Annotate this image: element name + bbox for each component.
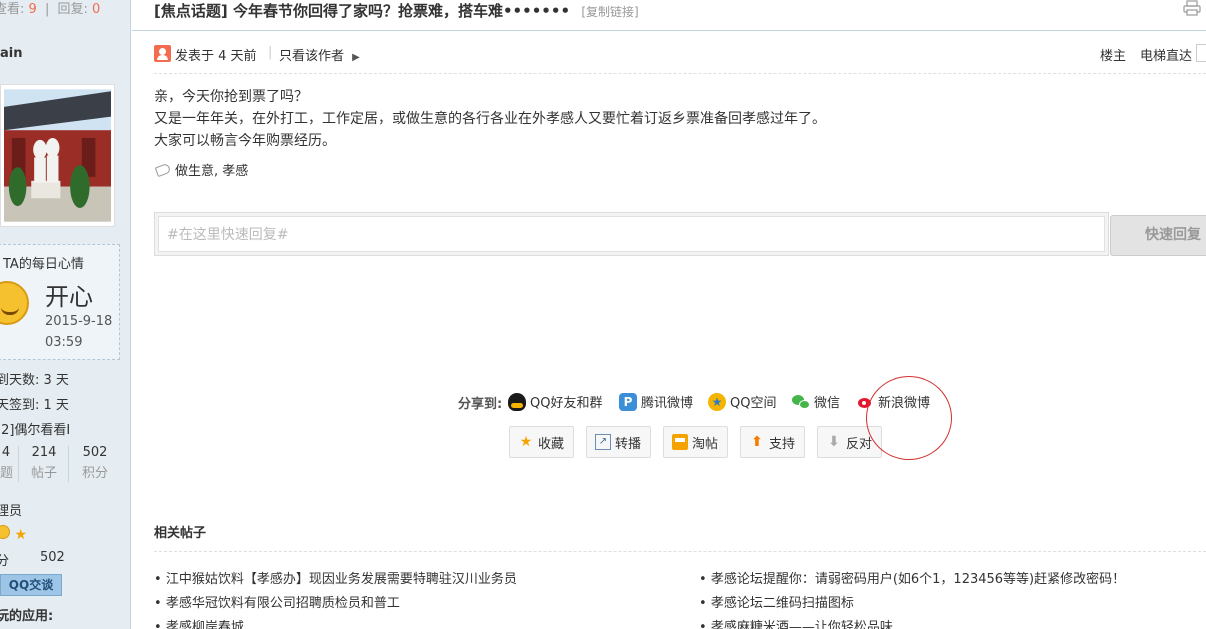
level-line: [2]偶尔看看I: [0, 423, 71, 438]
share-qzone[interactable]: ★ QQ空间: [708, 392, 776, 411]
arrow-up-icon: ⬆: [751, 434, 763, 450]
share-tencent-weibo-label: 腾讯微博: [641, 396, 694, 411]
stat-credits[interactable]: 502 积分: [78, 445, 112, 481]
posted-time: 发表于 4 天前: [175, 49, 257, 64]
medal-icons: ★: [0, 525, 27, 543]
title-divider: [132, 30, 1206, 31]
content-line: 又是一年年关，在外打工，工作定居，或做生意的各行各业在外孝感人又要忙着订返乡票准…: [154, 111, 826, 127]
related-post-link[interactable]: 江中猴姑饮料【孝感办】现因业务发展需要特聘驻汉川业务员: [154, 568, 517, 587]
tags-text[interactable]: 做生意, 孝感: [175, 160, 248, 179]
print-icon[interactable]: [1183, 0, 1201, 16]
repost-label: 转播: [615, 436, 642, 452]
floor-jump-input[interactable]: [1196, 44, 1206, 62]
author-only-link[interactable]: 只看该作者 ▶: [279, 45, 360, 64]
meta-divider: [154, 73, 1206, 74]
view-label: 查看:: [0, 2, 25, 17]
share-wechat-label: 微信: [814, 396, 841, 411]
repost-icon: ↗: [595, 434, 611, 450]
oppose-label: 反对: [846, 436, 873, 452]
score-value: 502: [40, 550, 65, 565]
support-button[interactable]: ⬆ 支持: [740, 426, 805, 458]
avatar-image: [4, 89, 111, 222]
star-icon: ★: [519, 434, 533, 450]
author-only-label: 只看该作者: [279, 49, 345, 64]
tag-icon: [154, 162, 172, 177]
post-tags: 做生意, 孝感: [154, 160, 248, 179]
quick-reply-box: #在这里快速回复#: [154, 212, 1109, 256]
share-tencent-weibo[interactable]: P 腾讯微博: [619, 392, 693, 411]
apps-label: 玩的应用:: [0, 609, 54, 624]
star-medal-icon: ★: [14, 527, 28, 543]
thread-tag[interactable]: [焦点话题]: [154, 2, 228, 20]
related-post-link[interactable]: 孝感论坛提醒你：请弱密码用户(如6个1，123456等等)赶紧修改密码！: [699, 568, 1125, 587]
stat-posts-value: 214: [31, 445, 57, 460]
arrow-down-icon: ⬇: [828, 434, 840, 450]
stat-credits-value: 502: [82, 445, 108, 460]
daily-mood-box: TA的每日心情 开心 2015-9-18 03:59: [0, 244, 120, 360]
reply-count: 0: [92, 2, 101, 17]
mood-title: TA的每日心情: [3, 257, 84, 272]
smiley-icon: [0, 281, 29, 325]
thread-title: [焦点话题] 今年春节你回得了家吗？抢票难，搭车难••••••• [复制链接]: [154, 0, 639, 21]
stat-posts[interactable]: 214 帖子: [28, 445, 60, 481]
share-qq-friends-label: QQ好友和群: [530, 396, 603, 411]
last-sign: 天签到: 1 天: [0, 398, 69, 413]
meta-separator: |: [268, 45, 273, 60]
stats-divider: [18, 446, 19, 482]
wechat-icon: [792, 393, 810, 411]
stat-credits-label: 积分: [81, 466, 108, 481]
copy-link-button[interactable]: [复制链接]: [581, 5, 638, 19]
stat-topics-value: 4: [1, 445, 11, 460]
post-content: 亲，今天你抢到票了吗？ 又是一年年关，在外打工，工作定居，或做生意的各行各业在外…: [154, 86, 826, 152]
reply-label: 回复:: [57, 2, 88, 17]
share-wechat[interactable]: 微信: [792, 392, 840, 411]
favorite-label: 收藏: [538, 436, 565, 452]
stat-topics[interactable]: 4 题: [0, 445, 14, 481]
user-role: 理员: [0, 504, 23, 519]
view-count: 9: [28, 2, 37, 17]
triangle-right-icon: ▶: [352, 52, 360, 63]
share-qzone-label: QQ空间: [730, 396, 777, 411]
qq-icon: [508, 392, 526, 411]
quick-reply-input[interactable]: #在这里快速回复#: [158, 216, 1105, 252]
content-line: 亲，今天你抢到票了吗？: [154, 89, 308, 105]
related-post-link[interactable]: 孝感华冠饮料有限公司招聘质检员和普工: [154, 592, 400, 611]
content-line: 大家可以畅言今年购票经历。: [154, 133, 336, 149]
sign-days: 到天数: 3 天: [0, 373, 69, 388]
share-qq-friends[interactable]: QQ好友和群: [508, 392, 602, 411]
related-post-link[interactable]: 孝感柳岸春城: [154, 616, 244, 629]
mood-value: 开心: [45, 283, 93, 311]
mood-date: 2015-9-18 03:59: [45, 314, 113, 350]
taotie-button[interactable]: 淘帖: [663, 426, 728, 458]
thread-title-text: 今年春节你回得了家吗？抢票难，搭车难•••••••: [232, 2, 571, 20]
qzone-icon: ★: [708, 392, 726, 411]
stat-posts-label: 帖子: [30, 466, 57, 481]
author-sidebar: 查看: 9 | 回复: 0 ain TA的每日心情 开心 2015-9-18: [0, 0, 131, 629]
qq-chat-button[interactable]: QQ交谈: [0, 574, 62, 596]
related-divider: [154, 551, 1206, 552]
repost-button[interactable]: ↗ 转播: [586, 426, 651, 458]
taotie-label: 淘帖: [692, 436, 719, 452]
stat-topics-label: 题: [0, 466, 14, 481]
tray-icon: [672, 434, 688, 450]
related-post-link[interactable]: 孝感麻糖米酒——让你轻松品味: [699, 616, 893, 629]
score-label: 分: [0, 550, 9, 569]
related-posts-title: 相关帖子: [154, 526, 207, 541]
stats-divider: [68, 446, 69, 482]
support-label: 支持: [769, 436, 796, 452]
author-avatar[interactable]: [0, 84, 115, 227]
related-post-link[interactable]: 孝感论坛二维码扫描图标: [699, 592, 854, 611]
floor-label: 楼主: [1100, 49, 1127, 64]
author-name[interactable]: ain: [0, 46, 22, 61]
smiley-medal-icon: [0, 525, 10, 539]
elevator-label: 电梯直达: [1140, 49, 1193, 64]
tencent-weibo-icon: P: [619, 392, 637, 411]
quick-reply-button[interactable]: 快速回复: [1110, 215, 1206, 256]
highlight-circle-annotation: [866, 376, 952, 460]
post-main: [焦点话题] 今年春节你回得了家吗？抢票难，搭车难••••••• [复制链接] …: [132, 0, 1206, 629]
favorite-button[interactable]: ★ 收藏: [509, 426, 574, 458]
view-reply-counts: 查看: 9 | 回复: 0: [0, 0, 100, 17]
author-icon: [154, 45, 171, 62]
share-label: 分享到:: [458, 397, 503, 412]
